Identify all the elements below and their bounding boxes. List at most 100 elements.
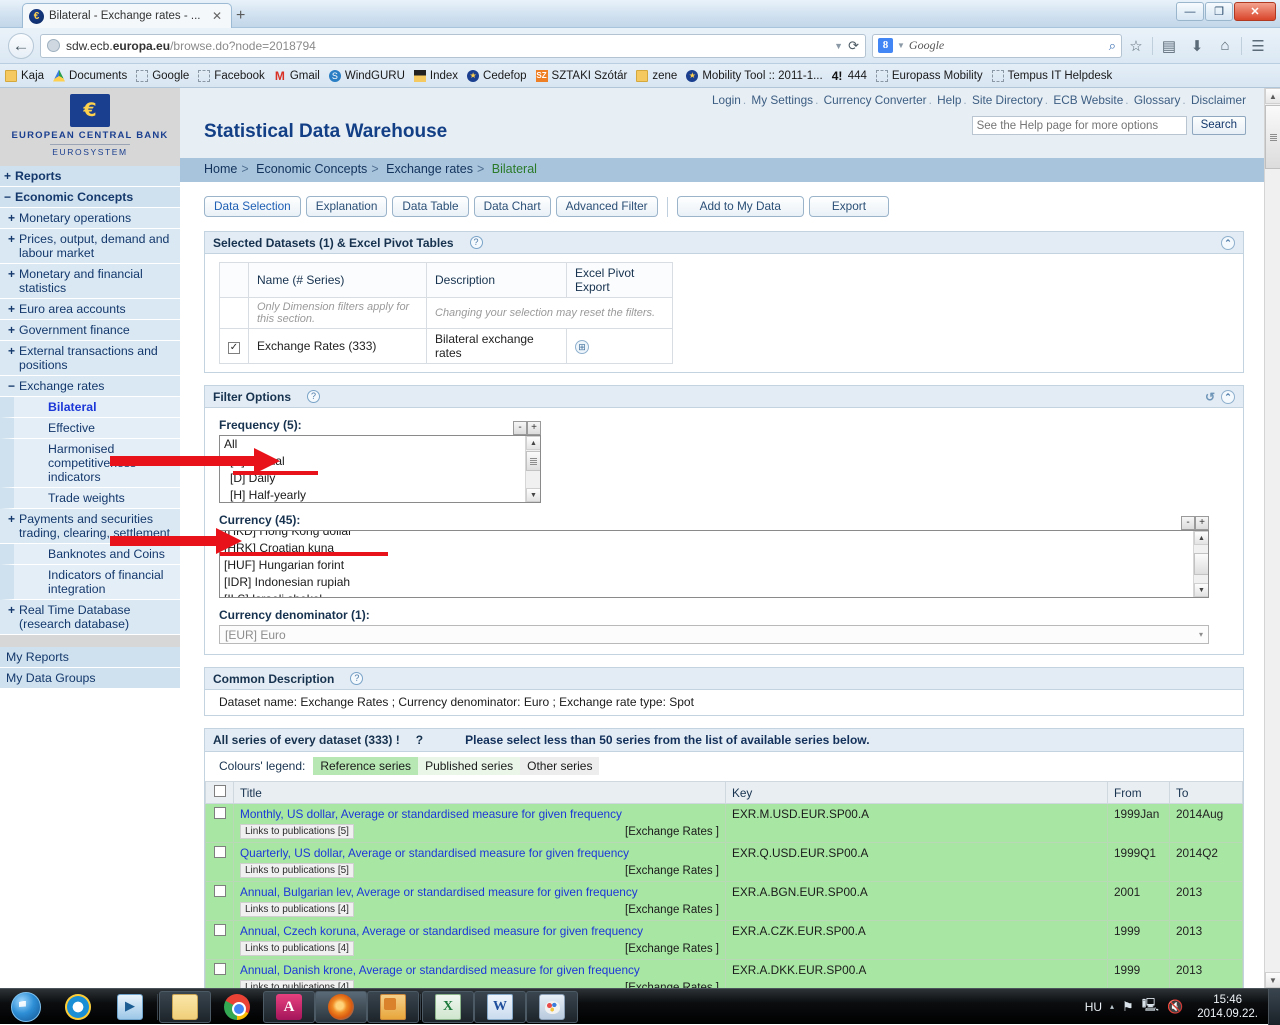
sidebar-item-payments-securities[interactable]: + Payments and securities trading, cleari… xyxy=(0,509,180,544)
menu-icon[interactable]: ☰ xyxy=(1244,37,1272,55)
sidebar-item-my-reports[interactable]: My Reports xyxy=(0,647,180,668)
collapse-icon[interactable]: ⌃ xyxy=(1221,389,1235,404)
sidebar-item-economic-concepts[interactable]: − Economic Concepts xyxy=(0,187,180,208)
links-to-publications[interactable]: Links to publications [4] xyxy=(240,902,354,917)
file-explorer-icon[interactable] xyxy=(172,993,198,1020)
chevron-down-icon[interactable]: ▼ xyxy=(834,41,843,51)
scrollbar[interactable]: ▲ ▼ xyxy=(525,436,540,502)
help-icon[interactable]: ? xyxy=(350,672,364,685)
sidebar-item-external-transactions[interactable]: + External transactions and positions xyxy=(0,341,180,376)
taskbar-item-microsoft-outlook[interactable] xyxy=(367,990,419,1023)
shrink-button[interactable]: - xyxy=(1181,516,1195,530)
chevron-down-icon[interactable]: ▼ xyxy=(897,41,905,50)
sidebar-item-euro-area-accounts[interactable]: + Euro area accounts xyxy=(0,299,180,320)
row-checkbox-cell[interactable] xyxy=(205,881,234,921)
frequency-listbox[interactable]: All [A] Annual [D] Daily [H] Half-yearly… xyxy=(219,435,541,503)
links-to-publications[interactable]: Links to publications [4] xyxy=(240,980,354,988)
tab-explanation[interactable]: Explanation xyxy=(305,196,388,217)
tab-data-chart[interactable]: Data Chart xyxy=(473,196,551,217)
top-link-glossary[interactable]: Glossary xyxy=(1134,93,1181,107)
chevron-down-icon[interactable]: ▾ xyxy=(1199,630,1203,639)
close-window-button[interactable]: ✕ xyxy=(1234,2,1276,21)
bookmark-item[interactable]: Facebook xyxy=(198,69,265,82)
browser-search-input[interactable]: Google xyxy=(909,38,1109,53)
top-link-help[interactable]: Help xyxy=(937,93,961,107)
list-item[interactable]: [IDR] Indonesian rupiah xyxy=(220,574,1208,591)
column-select[interactable] xyxy=(205,781,234,804)
series-checkbox[interactable] xyxy=(213,846,226,858)
microsoft-paint-icon[interactable] xyxy=(539,993,565,1020)
series-title-link[interactable]: Annual, Danish krone, Average or standar… xyxy=(240,963,719,977)
bookmark-item[interactable]: 4! 444 xyxy=(832,70,867,82)
sidebar-item-effective[interactable]: Effective xyxy=(0,418,180,439)
excel-pivot-icon[interactable]: ⊞ xyxy=(575,339,589,354)
bookmark-item[interactable]: SZ SZTAKI Szótár xyxy=(535,69,627,82)
links-to-publications[interactable]: Links to publications [5] xyxy=(240,863,354,878)
microsoft-word-icon[interactable]: W xyxy=(487,993,513,1020)
collapse-icon[interactable]: ⌃ xyxy=(1221,235,1235,250)
taskbar-item-microsoft-excel[interactable]: X xyxy=(422,990,474,1023)
bookmark-item[interactable]: Europass Mobility xyxy=(875,69,983,82)
sidebar-item-reports[interactable]: + Reports xyxy=(0,166,180,187)
help-search-input[interactable] xyxy=(971,116,1187,135)
series-title-link[interactable]: Annual, Bulgarian lev, Average or standa… xyxy=(240,885,719,899)
bookmark-item[interactable]: Documents xyxy=(53,69,127,82)
microsoft-outlook-icon[interactable] xyxy=(380,993,406,1020)
top-link-my-settings[interactable]: My Settings xyxy=(751,93,813,107)
close-icon[interactable]: ✕ xyxy=(209,9,225,23)
currency-denominator-select[interactable]: [EUR] Euro ▾ xyxy=(219,625,1209,644)
sidebar-item-indicators-financial-integration[interactable]: Indicators of financial integration xyxy=(0,565,180,600)
sidebar-item-monetary-operations[interactable]: + Monetary operations xyxy=(0,208,180,229)
list-item[interactable]: [H] Half-yearly xyxy=(220,487,540,502)
row-checkbox-cell[interactable]: ✓ xyxy=(219,328,249,364)
taskbar-item-microsoft-access[interactable]: A xyxy=(263,990,315,1023)
list-item[interactable]: [HKD] Hong Kong dollar xyxy=(220,531,1208,540)
list-item[interactable]: [ILS] Israeli shekel xyxy=(220,591,1208,597)
back-icon[interactable]: ← xyxy=(8,32,34,59)
internet-explorer-icon[interactable] xyxy=(65,993,91,1020)
bookmark-item[interactable]: S WindGURU xyxy=(328,69,405,82)
bookmark-item[interactable]: ★ Cedefop xyxy=(467,69,527,82)
scrollbar[interactable]: ▲ ▼ xyxy=(1193,531,1208,597)
mozilla-firefox-icon[interactable] xyxy=(328,993,354,1020)
scroll-up-arrow[interactable]: ▲ xyxy=(526,436,540,450)
sidebar-item-monetary-financial-statistics[interactable]: + Monetary and financial statistics xyxy=(0,264,180,299)
taskbar-item-windows-media-player[interactable] xyxy=(104,991,156,1023)
sidebar-item-real-time-database[interactable]: + Real Time Database (research database) xyxy=(0,600,180,635)
reading-list-icon[interactable]: ▤ xyxy=(1155,37,1183,55)
language-indicator[interactable]: HU xyxy=(1085,1000,1102,1014)
sidebar-item-government-finance[interactable]: + Government finance xyxy=(0,320,180,341)
taskbar-item-mozilla-firefox[interactable] xyxy=(315,990,367,1023)
grow-button[interactable]: + xyxy=(527,421,541,435)
grow-button[interactable]: + xyxy=(1195,516,1209,530)
excel-pivot-cell[interactable]: ⊞ xyxy=(566,328,673,364)
tab-data-table[interactable]: Data Table xyxy=(392,196,469,217)
minimize-button[interactable]: — xyxy=(1176,2,1204,21)
links-to-publications[interactable]: Links to publications [4] xyxy=(240,941,354,956)
help-search-button[interactable]: Search xyxy=(1191,116,1246,135)
new-tab-button[interactable]: + xyxy=(236,7,245,25)
start-button[interactable] xyxy=(0,989,52,1025)
top-link-disclaimer[interactable]: Disclaimer xyxy=(1191,93,1246,107)
scroll-down-arrow[interactable]: ▼ xyxy=(1194,583,1208,597)
breadcrumb-home[interactable]: Home xyxy=(204,162,237,176)
sidebar-item-bilateral[interactable]: Bilateral xyxy=(0,397,180,418)
home-icon[interactable]: ⌂ xyxy=(1211,37,1239,54)
windows-start-icon[interactable] xyxy=(11,991,41,1022)
taskbar-item-file-explorer[interactable] xyxy=(159,990,211,1023)
microsoft-excel-icon[interactable]: X xyxy=(435,993,461,1020)
sidebar-item-exchange-rates[interactable]: − Exchange rates xyxy=(0,376,180,397)
help-icon[interactable]: ? xyxy=(469,236,483,249)
top-link-login[interactable]: Login xyxy=(712,93,741,107)
row-checkbox-cell[interactable] xyxy=(205,920,234,960)
restore-button[interactable]: ❐ xyxy=(1205,2,1233,21)
address-bar[interactable]: sdw.ecb.europa.eu/browse.do?node=2018794… xyxy=(40,33,866,58)
show-desktop-button[interactable] xyxy=(1268,988,1280,1025)
taskbar-item-internet-explorer[interactable] xyxy=(52,991,104,1023)
list-item[interactable]: [HUF] Hungarian forint xyxy=(220,557,1208,574)
search-icon[interactable]: ⌕ xyxy=(1109,38,1116,54)
microsoft-access-icon[interactable]: A xyxy=(276,993,302,1020)
series-title-link[interactable]: Annual, Czech koruna, Average or standar… xyxy=(240,924,719,938)
tab-data-selection[interactable]: Data Selection xyxy=(204,196,301,217)
clock[interactable]: 15:46 2014.09.22. xyxy=(1191,993,1264,1021)
